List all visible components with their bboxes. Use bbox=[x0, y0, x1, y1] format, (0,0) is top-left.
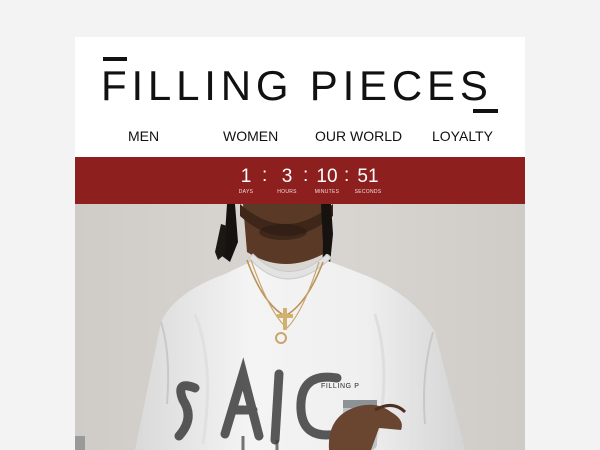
countdown-seconds: 51 SECONDS bbox=[351, 166, 385, 196]
countdown-hours: 3 HOURS bbox=[273, 166, 301, 196]
hero-image[interactable]: FILLING P bbox=[75, 204, 525, 450]
main-nav: MEN WOMEN OUR WORLD LOYALTY bbox=[75, 125, 525, 147]
brand-logo[interactable]: FILLING PIECES bbox=[75, 53, 525, 113]
countdown-seconds-label: SECONDS bbox=[354, 189, 382, 195]
logo-accent-bar-bottom bbox=[473, 109, 498, 113]
countdown-hours-value: 3 bbox=[281, 166, 293, 187]
countdown-minutes-label: MINUTES bbox=[314, 189, 340, 195]
nav-item-men[interactable]: MEN bbox=[128, 125, 159, 147]
shirt-brand-print: FILLING P bbox=[321, 383, 359, 390]
countdown-minutes-value: 10 bbox=[316, 166, 338, 187]
countdown-days: 1 DAYS bbox=[233, 166, 259, 196]
email-card: FILLING PIECES MEN WOMEN OUR WORLD LOYAL… bbox=[75, 37, 525, 450]
logo-text: FILLING PIECES bbox=[101, 62, 493, 109]
countdown-separator: : bbox=[262, 165, 268, 186]
logo-accent-bar-top bbox=[103, 57, 127, 61]
countdown-minutes: 10 MINUTES bbox=[310, 166, 344, 196]
hero-illustration: FILLING P bbox=[75, 204, 525, 450]
countdown-days-label: DAYS bbox=[238, 189, 254, 195]
countdown-separator: : bbox=[303, 165, 309, 186]
countdown-seconds-value: 51 bbox=[357, 166, 379, 187]
nav-item-our-world[interactable]: OUR WORLD bbox=[315, 125, 402, 147]
countdown-days-value: 1 bbox=[240, 166, 252, 187]
nav-item-loyalty[interactable]: LOYALTY bbox=[432, 125, 493, 147]
countdown-separator: : bbox=[344, 165, 350, 186]
countdown-hours-label: HOURS bbox=[277, 189, 297, 195]
countdown-banner: 1 DAYS : 3 HOURS : 10 MINUTES : 51 SECON… bbox=[75, 157, 525, 204]
nav-item-women[interactable]: WOMEN bbox=[223, 125, 278, 147]
